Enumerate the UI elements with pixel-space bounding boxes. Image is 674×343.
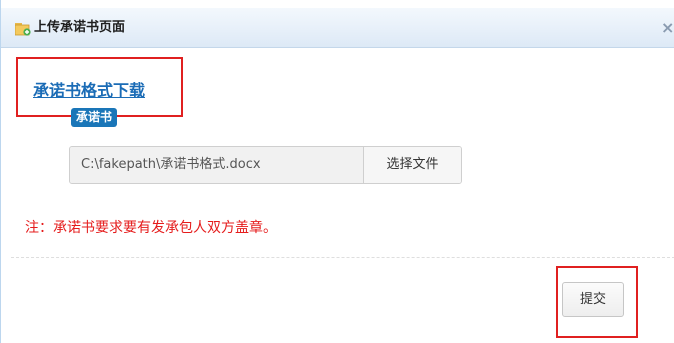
submit-button[interactable]: 提交	[562, 282, 624, 317]
footer-divider	[11, 257, 674, 258]
upload-folder-icon	[14, 21, 31, 36]
choose-file-button[interactable]: 选择文件	[363, 147, 461, 183]
upload-dialog: 上传承诺书页面 × 承诺书格式下载 承诺书 C:\fakepath\承诺书格式.…	[0, 0, 674, 343]
dialog-title: 上传承诺书页面	[34, 20, 126, 35]
file-upload-field[interactable]: C:\fakepath\承诺书格式.docx 选择文件	[69, 146, 462, 184]
stamp-requirement-note: 注：承诺书要求要有发承包人双方盖章。	[25, 220, 277, 236]
commitment-badge: 承诺书	[71, 108, 118, 127]
dialog-titlebar: 上传承诺书页面 ×	[1, 8, 674, 48]
close-icon[interactable]: ×	[661, 20, 674, 36]
template-download-link[interactable]: 承诺书格式下载	[33, 80, 145, 102]
file-path-display: C:\fakepath\承诺书格式.docx	[70, 147, 363, 183]
